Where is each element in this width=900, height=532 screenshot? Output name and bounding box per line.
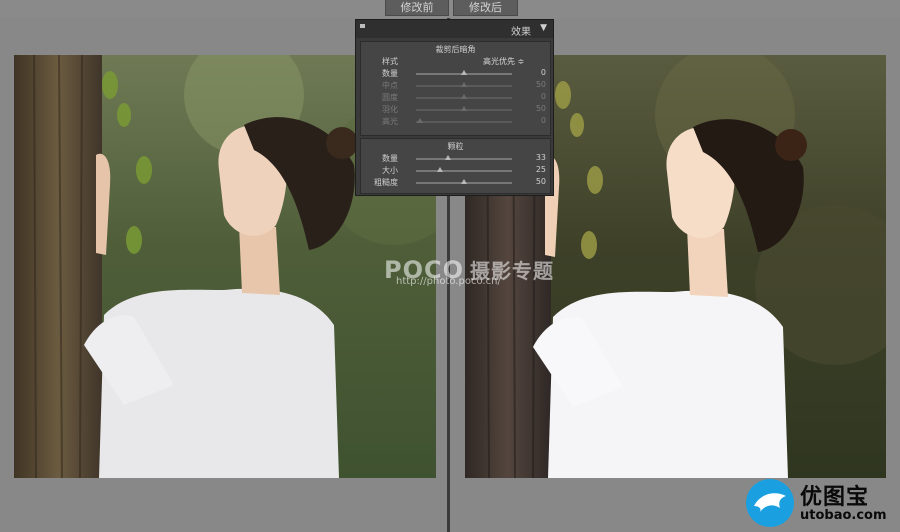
grain-slider-handle[interactable] [437, 167, 443, 172]
utobao-logo: 优图宝 utobao.com [742, 478, 896, 528]
bird-icon [746, 479, 794, 527]
effects-panel: 效果 ▼ 裁剪后暗角 样式 高光优先 ≑ 数量 0 中点 50 圆度 0 羽化 50 高光 0 颗… [355, 19, 554, 196]
vignette-slider-label: 高光 [382, 117, 398, 126]
collapse-triangle-icon[interactable]: ▼ [540, 23, 547, 33]
logo-name: 优图宝 [800, 485, 870, 510]
grain-slider-row: 粗糙度 50 [361, 176, 550, 188]
vignette-slider-handle[interactable] [416, 118, 423, 123]
grain-section: 颗粒 数量 33 大小 25 粗糙度 50 [360, 138, 551, 194]
vignette-slider-row: 中点 50 [361, 79, 550, 91]
vignette-style-select[interactable]: 高光优先 ≑ [483, 56, 524, 67]
vignette-slider-label: 羽化 [382, 105, 398, 114]
grain-slider-handle[interactable] [461, 179, 467, 184]
vignette-slider-row: 圆度 0 [361, 91, 550, 103]
grain-slider-row: 数量 33 [361, 152, 550, 164]
grain-slider-track[interactable] [416, 170, 512, 172]
vignette-slider-row: 数量 0 [361, 67, 550, 79]
vignette-slider-label: 中点 [382, 81, 398, 90]
grain-slider-label: 大小 [382, 166, 398, 175]
grain-slider-value[interactable]: 25 [536, 165, 546, 174]
vignette-slider-handle[interactable] [461, 94, 467, 99]
grain-slider-handle[interactable] [444, 155, 451, 160]
vignette-slider-track[interactable] [416, 121, 512, 123]
grain-slider-label: 数量 [382, 154, 398, 163]
effects-panel-title: 效果 [511, 27, 531, 38]
panel-handle-icon[interactable] [360, 24, 365, 28]
grain-slider-track[interactable] [416, 158, 512, 160]
logo-domain: utobao.com [800, 508, 887, 523]
tab-after[interactable]: 修改后 [453, 0, 518, 16]
watermark-url: http://photo.poco.cn/ [396, 276, 501, 287]
vignette-slider-value[interactable]: 0 [541, 116, 546, 125]
vignette-slider-value[interactable]: 50 [536, 104, 546, 113]
vignette-slider-value[interactable]: 0 [541, 92, 546, 101]
vignette-slider-handle[interactable] [461, 70, 467, 75]
grain-slider-label: 粗糙度 [374, 178, 398, 187]
vignette-style-label: 样式 [382, 57, 398, 66]
tab-before[interactable]: 修改前 [385, 0, 449, 16]
vignette-section: 裁剪后暗角 样式 高光优先 ≑ 数量 0 中点 50 圆度 0 羽化 50 高光 0 [360, 41, 551, 136]
grain-slider-value[interactable]: 33 [536, 153, 546, 162]
vignette-slider-row: 羽化 50 [361, 103, 550, 115]
vignette-slider-row: 高光 0 [361, 115, 550, 127]
grain-slider-value[interactable]: 50 [536, 177, 546, 186]
vignette-title: 裁剪后暗角 [435, 45, 476, 54]
vignette-slider-handle[interactable] [461, 106, 467, 111]
vignette-style-row: 样式 高光优先 ≑ [361, 55, 550, 67]
grain-slider-row: 大小 25 [361, 164, 550, 176]
vignette-slider-value[interactable]: 0 [541, 68, 546, 77]
vignette-slider-value[interactable]: 50 [536, 80, 546, 89]
vignette-slider-handle[interactable] [461, 82, 467, 87]
vignette-slider-label: 数量 [382, 69, 398, 78]
vignette-slider-label: 圆度 [382, 93, 398, 102]
grain-title: 颗粒 [447, 142, 464, 151]
effects-panel-header[interactable]: 效果 ▼ [356, 20, 553, 38]
